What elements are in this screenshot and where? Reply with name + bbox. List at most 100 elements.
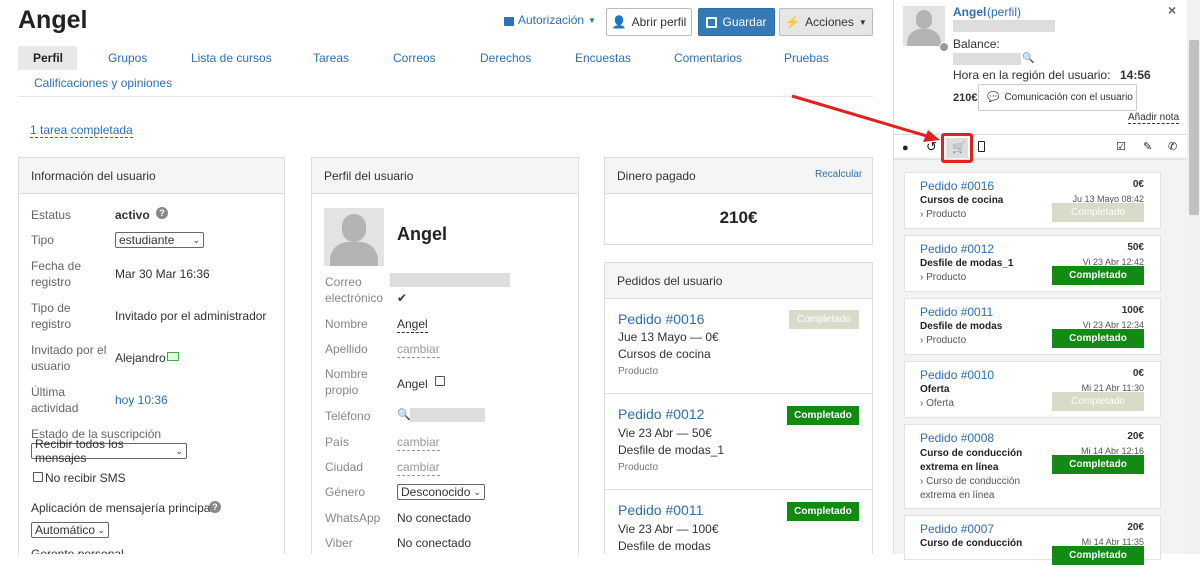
side-user-name[interactable]: Angel xyxy=(953,5,986,19)
help-icon[interactable]: ? xyxy=(209,501,221,513)
status-badge: Completado xyxy=(787,502,859,521)
order-product: Desfile de modas_1 xyxy=(618,443,725,457)
apellido-change[interactable]: cambiar xyxy=(397,341,440,358)
tab-grupos[interactable]: Grupos xyxy=(108,51,147,65)
side-order-item[interactable]: Pedido #0008 20€ Mi 14 Abr 12:16 Curso d… xyxy=(904,424,1161,509)
order-line: Vie 23 Abr — 50€ xyxy=(618,426,712,440)
tab-pruebas[interactable]: Pruebas xyxy=(784,51,829,65)
side-order-item[interactable]: Pedido #0012 50€ Vi 23 Abr 12:42 Desfile… xyxy=(904,235,1161,292)
reg-date-label: Fecha de registro xyxy=(31,259,82,289)
subscription-select[interactable]: Recibir todos los mensajes ⌄ xyxy=(31,437,187,465)
order-name: Cursos de cocina xyxy=(920,195,1004,206)
order-sub: › Oferta xyxy=(920,398,954,409)
tab-lista-cursos[interactable]: Lista de cursos xyxy=(191,51,272,65)
order-price: 0€ xyxy=(1132,179,1144,190)
close-icon[interactable]: × xyxy=(1168,2,1176,18)
mobile-icon[interactable] xyxy=(978,141,985,152)
last-activity-label: Última actividad xyxy=(31,385,79,415)
side-profile-link[interactable]: (perfil) xyxy=(987,5,1021,19)
status-dot xyxy=(939,42,949,52)
order-link[interactable]: Pedido #0016 xyxy=(920,179,994,193)
card-title: Perfil del usuario xyxy=(312,158,578,194)
help-icon[interactable]: ? xyxy=(156,207,168,219)
money-amount: 210€ xyxy=(719,208,758,227)
communication-button[interactable]: 💬 Comunicación con el usuario xyxy=(978,84,1137,111)
status-label: Estatus xyxy=(31,208,72,222)
region-time-value: 14:56 xyxy=(1120,68,1151,82)
email-value-redacted xyxy=(390,273,510,287)
order-price: 0€ xyxy=(1132,368,1144,379)
side-order-item[interactable]: Pedido #0010 0€ Mi 21 Abr 11:30 Oferta ›… xyxy=(904,361,1161,418)
avatar xyxy=(324,208,384,266)
order-link[interactable]: Pedido #0012 xyxy=(920,242,994,256)
nombre-propio-value: Angel xyxy=(397,377,428,391)
order-link[interactable]: Pedido #0016 xyxy=(618,311,704,327)
order-link[interactable]: Pedido #0007 xyxy=(920,522,994,536)
order-link[interactable]: Pedido #0012 xyxy=(618,406,704,422)
tab-tareas[interactable]: Tareas xyxy=(313,51,349,65)
viber-value: No conectado xyxy=(397,536,472,550)
side-order-item[interactable]: Pedido #0007 20€ Mi 14 Abr 11:35 Curso d… xyxy=(904,515,1161,565)
tab-encuestas[interactable]: Encuestas xyxy=(575,51,631,65)
phone-icon[interactable]: ✆ xyxy=(1168,141,1177,153)
last-activity-value[interactable]: hoy 10:36 xyxy=(115,393,168,407)
side-order-item[interactable]: Pedido #0016 0€ Ju 13 Mayo 08:42 Cursos … xyxy=(904,172,1161,229)
order-link[interactable]: Pedido #0011 xyxy=(618,502,703,518)
order-price: 100€ xyxy=(1121,305,1144,316)
no-sms-checkbox[interactable] xyxy=(33,472,43,482)
open-profile-button[interactable]: 👤 Abrir perfil xyxy=(606,8,692,36)
search-icon[interactable]: 🔍 xyxy=(397,408,411,421)
divider xyxy=(605,393,872,394)
tab-calificaciones[interactable]: Calificaciones y opiniones xyxy=(34,76,172,90)
invited-by-value[interactable]: Alejandro xyxy=(115,350,166,366)
actions-dropdown[interactable]: ⚡ Acciones ▼ xyxy=(779,8,873,36)
lock-icon xyxy=(504,16,514,26)
balance-redacted xyxy=(953,53,1021,65)
nombre-label: Nombre xyxy=(325,317,368,331)
order-name: Desfile de modas_1 xyxy=(920,258,1014,269)
country-change[interactable]: cambiar xyxy=(397,434,440,451)
order-sub: › Producto xyxy=(920,335,967,346)
scrollbar-thumb[interactable] xyxy=(1189,40,1199,215)
order-type: Producto xyxy=(618,462,659,473)
add-note-link[interactable]: Añadir nota xyxy=(1128,112,1180,124)
nombre-propio-checkbox[interactable] xyxy=(435,376,445,386)
order-link[interactable]: Pedido #0010 xyxy=(920,368,994,382)
status-badge: Completado xyxy=(1052,392,1144,411)
messenger-select[interactable]: Automático ⌄ xyxy=(31,522,109,538)
status-badge: Completado xyxy=(1052,455,1144,474)
side-order-item[interactable]: Pedido #0011 100€ Vi 23 Abr 12:34 Desfil… xyxy=(904,298,1161,355)
pencil-icon[interactable]: ✎ xyxy=(1143,141,1152,153)
gender-select[interactable]: Desconocido ⌄ xyxy=(397,484,485,500)
order-link[interactable]: Pedido #0008 xyxy=(920,431,994,445)
viber-label: Viber xyxy=(325,536,353,550)
tasks-completed-link[interactable]: 1 tarea completada xyxy=(30,123,133,138)
cart-icon[interactable]: 🛒 xyxy=(952,142,966,154)
email-label: Correo electrónico xyxy=(325,275,384,305)
recalculate-link[interactable]: Recalcular xyxy=(815,169,862,180)
phone-label: Teléfono xyxy=(325,409,371,423)
tab-correos[interactable]: Correos xyxy=(393,51,436,65)
divider xyxy=(18,96,873,97)
checkbox-icon[interactable]: ☑ xyxy=(1116,141,1126,153)
status-badge: Completado xyxy=(1052,266,1144,285)
order-line: Jue 13 Mayo — 0€ xyxy=(618,330,719,344)
order-sub: › Producto xyxy=(920,209,967,220)
order-name: Desfile de modas xyxy=(920,321,1003,332)
messenger-label: Aplicación de mensajería principal xyxy=(31,501,214,515)
tab-comentarios[interactable]: Comentarios xyxy=(674,51,742,65)
side-amount: 210€ xyxy=(953,92,978,104)
tab-perfil[interactable]: Perfil xyxy=(33,51,63,65)
city-change[interactable]: cambiar xyxy=(397,459,440,476)
reg-type-label: Tipo de registro xyxy=(31,301,72,331)
authorization-dropdown[interactable]: Autorización ▼ xyxy=(504,13,596,27)
card-title: Información del usuario xyxy=(19,158,284,194)
caret-down-icon: ▼ xyxy=(858,17,867,27)
tab-derechos[interactable]: Derechos xyxy=(480,51,531,65)
nombre-value[interactable]: Angel xyxy=(397,316,428,333)
side-email-redacted xyxy=(953,20,1055,32)
save-button[interactable]: Guardar xyxy=(698,8,775,36)
search-icon[interactable]: 🔍 xyxy=(1022,53,1034,64)
type-select[interactable]: estudiante ⌄ xyxy=(115,232,204,248)
order-link[interactable]: Pedido #0011 xyxy=(920,305,993,319)
